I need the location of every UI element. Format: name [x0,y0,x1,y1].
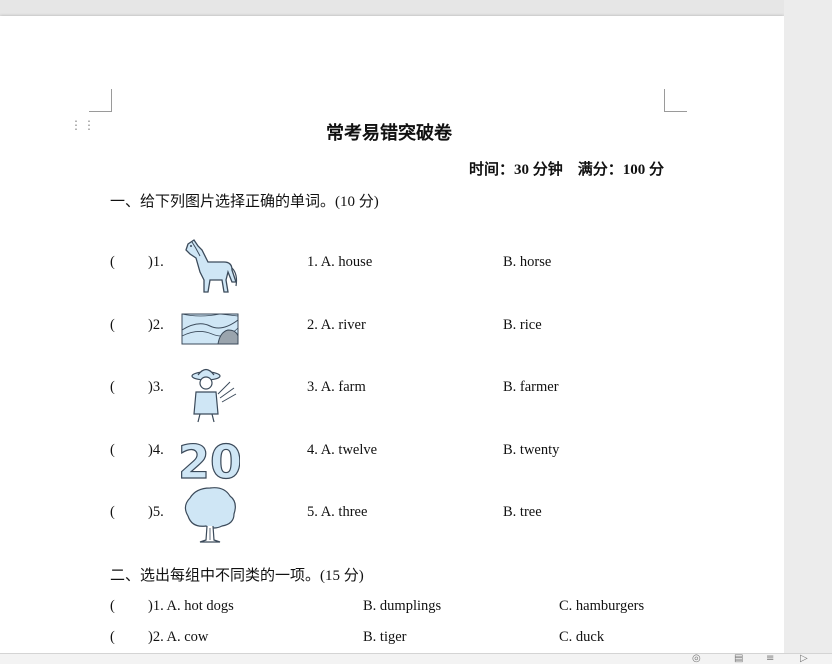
option-b: B. tiger [363,629,407,645]
exam-meta: 时间：30 分钟 满分：100 分 [468,162,664,178]
option-c: C. duck [559,629,605,645]
option-a: 1. A. house [307,254,373,270]
question-number: )4. [148,442,164,458]
question-number: )1. [148,254,164,270]
option-b: B. horse [503,254,552,270]
option-b: B. tree [503,504,542,520]
page-title: 常考易错突破卷 [326,123,452,143]
answer-paren: ( [110,317,115,333]
answer-paren: ( [110,254,115,270]
question-number: )2. [148,317,164,333]
answer-paren: ( [110,379,115,395]
answer-paren: ( [110,504,115,520]
horse-icon [185,239,238,293]
play-icon[interactable]: ▷ [800,654,812,664]
question-number: )5. [148,504,164,520]
answer-paren: ( [110,629,115,645]
answer-paren: ( [110,442,115,458]
number-twenty-icon: 20 [180,434,240,486]
option-a: 5. A. three [307,504,368,520]
option-b: B. dumplings [363,598,442,614]
workspace-background [784,0,832,663]
option-b: B. rice [503,317,542,333]
question-row-group-2: ( )2. A. cow B. tiger C. duck [110,629,670,649]
answer-paren: ( [110,598,115,614]
river-icon [181,313,239,345]
section-one-heading: 一、给下列图片选择正确的单词。(10 分) [110,194,379,210]
option-b: B. twenty [503,442,560,458]
question-number: )3. [148,379,164,395]
option-a: )1. A. hot dogs [148,598,234,614]
status-bar: ◎ ▤ ≡ ▷ [0,653,832,664]
focus-icon[interactable]: ◎ [692,654,704,664]
section-two-heading: 二、选出每组中不同类的一项。(15 分) [110,568,364,584]
page-view-icon[interactable]: ▤ [734,654,746,664]
question-row-group-1: ( )1. A. hot dogs B. dumplings C. hambur… [110,598,670,618]
tree-icon [184,487,236,543]
number-twenty-text: 20 [180,435,240,486]
document-page: ⋮⋮ 常考易错突破卷 时间：30 分钟 满分：100 分 一、给下列图片选择正确… [0,16,784,656]
option-a: 3. A. farm [307,379,366,395]
option-c: C. hamburgers [559,598,645,614]
option-b: B. farmer [503,379,559,395]
margin-corner-top-right [664,89,687,112]
option-a: )2. A. cow [148,629,209,645]
farmer-icon [191,368,237,423]
option-a: 4. A. twelve [307,442,378,458]
option-a: 2. A. river [307,317,366,333]
outline-view-icon[interactable]: ≡ [766,654,778,664]
margin-corner-top-left [89,89,112,112]
